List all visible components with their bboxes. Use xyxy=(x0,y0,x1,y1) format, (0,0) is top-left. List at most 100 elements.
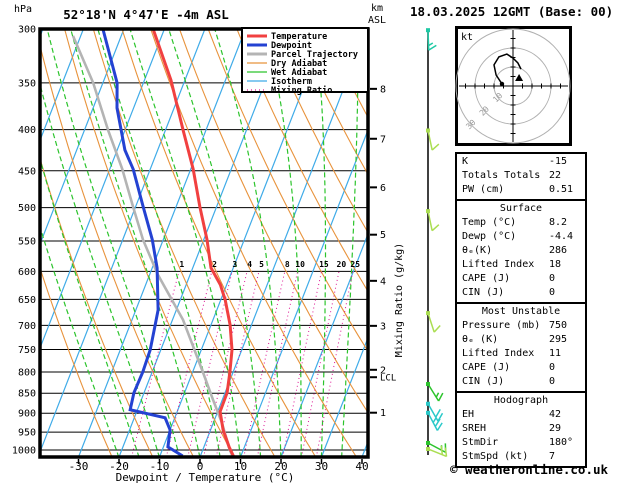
km-axis-label: km xyxy=(371,3,383,14)
pressure-tick-label: 550 xyxy=(18,236,36,247)
wind-barb-full-tick xyxy=(434,325,440,332)
mixing-ratio-label: 2 xyxy=(212,260,217,269)
pressure-tick-label: 900 xyxy=(18,409,36,420)
table-row-value: 750 xyxy=(549,319,567,333)
indices-table: K -15 Totals Totals 22 PW (cm) 0.51 SurfaceTem… xyxy=(455,152,587,468)
wind-barb-stem xyxy=(428,313,434,332)
mixing-ratio-label: 10 xyxy=(295,260,305,269)
table-row-value: 8.2 xyxy=(549,216,567,230)
mixing-ratio-label: 8 xyxy=(285,260,290,269)
hodograph-layers: 102030 xyxy=(456,28,571,145)
temp-tick-label: 40 xyxy=(355,460,368,473)
table-row-value: 295 xyxy=(549,333,567,347)
temperature-curve xyxy=(153,29,233,456)
mixing-ratio-label: 1 xyxy=(179,260,184,269)
table-row: θₑ(K) 286 xyxy=(457,244,585,258)
table-section-title: Surface xyxy=(457,202,585,216)
table-row: EH 42 xyxy=(457,408,585,422)
table-row-value: 0 xyxy=(549,361,555,375)
table-row-value: 22 xyxy=(549,169,561,183)
hodograph-start-marker xyxy=(500,82,504,86)
table-row-value: -4.4 xyxy=(549,230,573,244)
legend-label: Mixing Ratio xyxy=(271,85,332,96)
pressure-tick-label: 350 xyxy=(18,78,36,89)
wind-barb-stem xyxy=(428,30,429,50)
table-section-surface: SurfaceTemp (°C) 8.2 Dewp (°C) -4.4 θₑ(K) 286… xyxy=(455,199,587,304)
table-row-value: 0 xyxy=(549,375,555,389)
table-row-label: Totals Totals xyxy=(462,170,540,181)
dry-adiabat xyxy=(409,29,452,457)
mixing-ratio-label: 20 xyxy=(337,260,347,269)
km-tick-label: 7 xyxy=(380,134,386,145)
table-row: CIN (J) 0 xyxy=(457,286,585,300)
table-row: SREH29 xyxy=(457,422,585,436)
table-row-value: 18 xyxy=(549,258,561,272)
pressure-tick-label: 300 xyxy=(18,25,36,36)
kt-unit-label: kt xyxy=(461,32,473,43)
pressure-tick-label: 850 xyxy=(18,389,36,400)
mixing-ratio-label: 4 xyxy=(247,260,252,269)
pressure-tick-label: 450 xyxy=(18,166,36,177)
wind-barb-full-tick xyxy=(445,448,446,457)
plot-layers: 1234581015202530035040045050055060065070… xyxy=(0,25,452,473)
wind-barb-full-tick xyxy=(429,45,437,50)
table-row-value: 42 xyxy=(549,408,561,422)
pressure-tick-labels: 3003504004505005506006507007508008509009… xyxy=(12,25,36,457)
pressure-tick-label: 650 xyxy=(18,295,36,306)
wind-barbs xyxy=(426,28,447,456)
km-tick-label: 6 xyxy=(380,183,386,194)
table-row-value: 286 xyxy=(549,244,567,258)
table-row: Lifted Index 18 xyxy=(457,258,585,272)
table-row-label: StmSpd (kt) xyxy=(462,451,528,462)
pressure-tick-label: 600 xyxy=(18,267,36,278)
km-tick-label: 8 xyxy=(380,84,386,95)
table-section-hodograph: HodographEH42SREH29StmDir180°StmSpd (kt)… xyxy=(455,391,587,468)
wind-barb-full-tick xyxy=(439,393,443,401)
table-row-label: CIN (J) xyxy=(462,376,504,387)
table-row-label: StmDir xyxy=(462,437,498,448)
station-title: 52°18'N 4°47'E -4m ASL xyxy=(63,7,229,22)
mixing-ratio-label: 3 xyxy=(232,260,237,269)
table-row: K -15 xyxy=(457,155,585,169)
table-section-title: Hodograph xyxy=(457,394,585,408)
pressure-tick-label: 750 xyxy=(18,345,36,356)
wind-barb-full-tick xyxy=(432,144,439,150)
sounding-page: hPa 52°18'N 4°47'E -4m ASL km ASL 123458… xyxy=(0,0,629,486)
table-row-label: EH xyxy=(462,409,474,420)
pressure-tick-label: 950 xyxy=(18,428,36,439)
table-row-value: 0 xyxy=(549,286,555,300)
table-row-label: Pressure (mb) xyxy=(462,320,540,331)
dry-adiabat xyxy=(380,29,452,457)
table-row-value: -15 xyxy=(549,155,567,169)
table-row-label: Lifted Index xyxy=(462,259,534,270)
lcl-label: LCL xyxy=(380,374,396,384)
pressure-tick-label: 800 xyxy=(18,368,36,379)
table-row: Temp (°C) 8.2 xyxy=(457,216,585,230)
table-row-label: CAPE (J) xyxy=(462,273,510,284)
x-axis-title: Dewpoint / Temperature (°C) xyxy=(116,471,295,484)
table-row-value: 11 xyxy=(549,347,561,361)
wind-barb-full-tick xyxy=(436,409,440,417)
table-row-value: 0.51 xyxy=(549,183,573,197)
table-row-label: θₑ (K) xyxy=(462,334,498,345)
table-section-most-unstable: Most UnstablePressure (mb)750θₑ (K)295Li… xyxy=(455,302,587,393)
table-row-label: K xyxy=(462,156,468,167)
pressure-tick-label: 700 xyxy=(18,321,36,332)
table-row-label: Dewp (°C) xyxy=(462,231,516,242)
hpa-axis-label: hPa xyxy=(14,4,32,15)
table-row-label: Temp (°C) xyxy=(462,217,516,228)
table-row-label: PW (cm) xyxy=(462,184,504,195)
temp-tick-label: 30 xyxy=(315,460,328,473)
pressure-tick-label: 500 xyxy=(18,203,36,214)
mixing-ratio-label: 25 xyxy=(350,260,360,269)
legend: TemperatureDewpointParcel TrajectoryDry … xyxy=(242,28,368,96)
wind-barb-half-tick xyxy=(436,393,438,397)
wind-barb-stem xyxy=(428,384,439,401)
mixing-ratio-label: 5 xyxy=(259,260,264,269)
table-row-label: SREH xyxy=(462,423,486,434)
table-row-label: CIN (J) xyxy=(462,287,504,298)
table-row-label: Lifted Index xyxy=(462,348,534,359)
table-row-value: 0 xyxy=(549,272,555,286)
temp-tick-label: -30 xyxy=(69,460,89,473)
table-row-label: θₑ(K) xyxy=(462,245,492,256)
